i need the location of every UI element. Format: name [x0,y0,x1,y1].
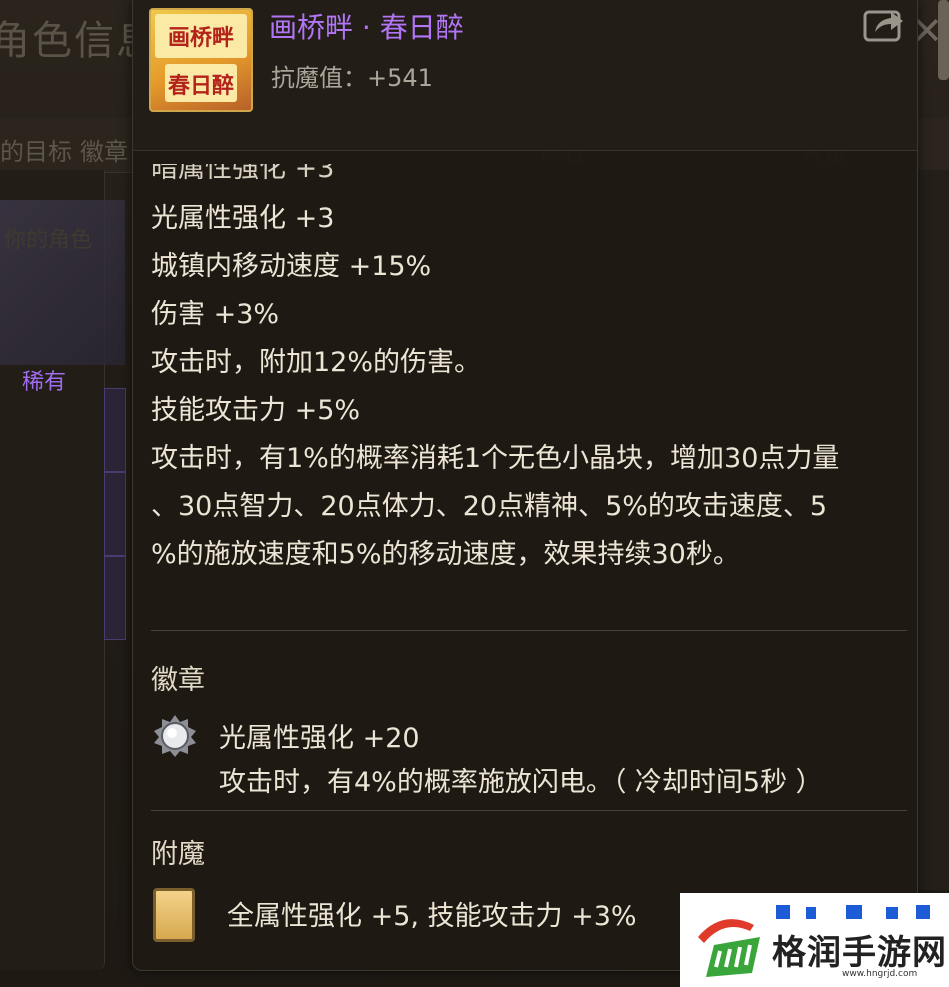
effect-line: 、30点智力、20点体力、20点精神、5%的攻击速度、5 [151,491,828,522]
attribute-line: 光属性强化 +3 [151,203,335,234]
item-name: 画桥畔 · 春日醉 [269,11,464,44]
effect-line: 攻击时，有1%的概率消耗1个无色小晶块，增加30点力量 [151,443,840,474]
item-icon: 画桥畔 春日醉 [149,8,253,112]
attribute-line: 技能攻击力 +5% [151,395,361,426]
attribute-line: 暗属性强化 +3 [151,153,335,184]
tab-target[interactable]: 的目标 [0,132,72,167]
badge-name: 光属性强化 +20 [219,723,420,754]
equip-slot[interactable] [104,472,126,556]
watermark-logo [692,907,772,981]
item-tooltip: 画桥畔 春日醉 画桥畔 · 春日醉 抗魔值：+541 暗属性强化 +3 光属性强… [132,0,918,971]
anti-magic-value: 抗魔值：+541 [271,64,433,92]
site-watermark: 格润手游网 www.hngrjd.com [680,893,949,987]
watermark-banner [776,893,941,919]
share-icon[interactable] [863,6,905,42]
badge-section-title: 徽章 [151,665,205,696]
attribute-line: 攻击时，附加12%的伤害。 [151,347,482,378]
divider [151,810,907,811]
rarity-label: 稀有 [22,370,67,395]
icon-text-top: 画桥畔 [167,25,234,51]
tooltip-header: 画桥畔 春日醉 画桥畔 · 春日醉 抗魔值：+541 [133,0,917,151]
equip-slot[interactable] [104,556,126,640]
equip-slot[interactable] [104,388,126,472]
divider [151,630,907,631]
attribute-line: 城镇内移动速度 +15% [151,251,432,282]
scrollbar[interactable] [938,0,949,80]
enchant-text: 全属性强化 +5, 技能攻击力 +3% [227,901,637,932]
gem-badge-icon [153,714,197,758]
watermark-name: 格润手游网 [772,933,947,973]
attribute-line: 伤害 +3% [151,299,280,330]
effect-line: %的施放速度和5%的移动速度，效果持续30秒。 [151,539,740,570]
right-panel [915,170,949,890]
tab-badge[interactable]: 徽章 [80,132,128,167]
enchant-card-icon [153,888,195,942]
enchant-section-title: 附魔 [151,839,205,870]
character-label: 你的角色 [4,228,93,253]
icon-text-bottom: 春日醉 [167,73,234,99]
badge-description: 攻击时，有4%的概率施放闪电。（ 冷却时间5秒 ） [219,767,823,798]
watermark-url: www.hngrjd.com [842,969,918,979]
